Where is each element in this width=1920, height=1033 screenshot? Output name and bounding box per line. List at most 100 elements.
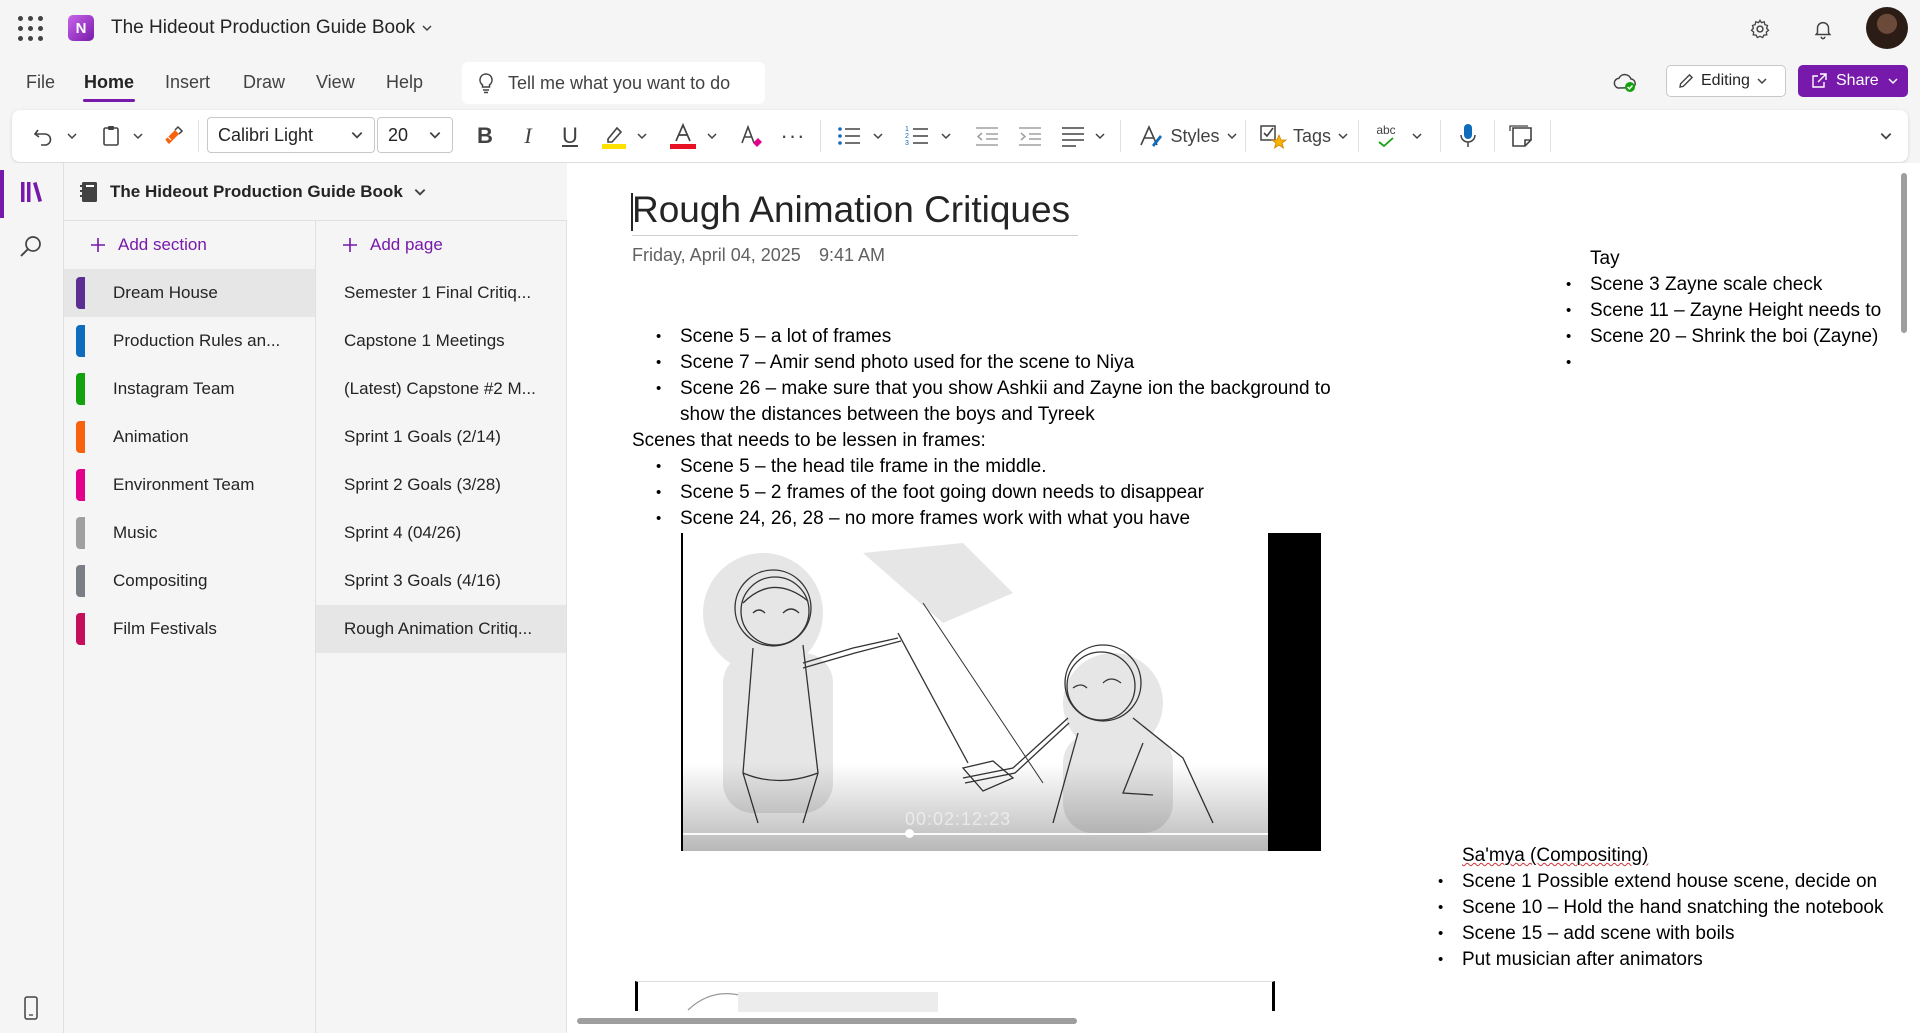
list-item[interactable]: Scene 7 – Amir send photo used for the s… [656,350,1352,376]
section-item-environment-team[interactable]: Environment Team [64,461,315,509]
tags-button[interactable]: Tags [1256,110,1352,162]
clipboard-icon[interactable] [96,110,126,162]
section-item-animation[interactable]: Animation [64,413,315,461]
decrease-indent-icon[interactable] [972,110,1002,162]
dictate-microphone-icon[interactable] [1453,110,1483,162]
chevron-down-icon[interactable] [868,110,888,162]
list-item[interactable]: Scene 5 – a lot of frames [656,324,1352,350]
chevron-down-icon[interactable] [62,110,82,162]
clear-formatting-icon[interactable] [736,110,766,162]
chevron-down-icon[interactable] [702,110,722,162]
list-item-empty[interactable] [1566,350,1920,376]
page-item[interactable]: Sprint 2 Goals (3/28) [316,461,566,509]
page-title[interactable]: Rough Animation Critiques [632,189,1079,236]
section-item-production-rules[interactable]: Production Rules an... [64,317,315,365]
chevron-down-icon[interactable] [936,110,956,162]
chevron-down-icon[interactable] [1407,110,1427,162]
video-progress-bar[interactable] [683,833,1268,835]
menu-file[interactable]: File [26,72,55,93]
embedded-video-2[interactable] [635,981,1275,1013]
page-item[interactable]: Sprint 3 Goals (4/16) [316,557,566,605]
note-container-tay[interactable]: Tay Scene 3 Zayne scale check Scene 11 –… [1566,246,1920,376]
section-item-dream-house[interactable]: Dream House [64,269,315,317]
sticky-note-icon[interactable] [1507,110,1537,162]
list-item[interactable]: Scene 26 – make sure that you show Ashki… [656,376,1352,428]
bell-icon[interactable] [1808,14,1838,44]
note-container-main[interactable]: Scene 5 – a lot of frames Scene 7 – Amir… [632,324,1352,532]
list-item[interactable]: Scene 5 – 2 frames of the foot going dow… [656,480,1352,506]
notebook-header[interactable]: The Hideout Production Guide Book [64,163,567,221]
vertical-scrollbar[interactable] [1901,173,1907,333]
menu-help[interactable]: Help [386,72,423,93]
share-button[interactable]: Share [1798,65,1908,97]
section-item-music[interactable]: Music [64,509,315,557]
chevron-down-icon[interactable] [632,110,652,162]
section-label: Music [113,523,158,542]
section-item-film-festivals[interactable]: Film Festivals [64,605,315,653]
video-scrubber-handle[interactable] [905,829,914,838]
video-timestamp: 00:02:12:23 [905,809,1012,829]
add-page-button[interactable]: Add page [316,221,566,269]
chevron-down-icon [422,25,432,32]
settings-icon[interactable] [1745,14,1775,44]
font-size-select[interactable]: 20 [377,117,453,153]
tell-me-search[interactable]: Tell me what you want to do [462,62,765,104]
list-item[interactable]: Scene 15 – add scene with boils [1438,921,1920,947]
menu-home[interactable]: Home [84,72,134,93]
bold-icon[interactable]: B [470,110,500,162]
undo-icon[interactable] [28,110,58,162]
section-item-compositing[interactable]: Compositing [64,557,315,605]
editing-mode-button[interactable]: Editing [1666,65,1786,97]
font-name-select[interactable]: Calibri Light [207,117,375,153]
page-item[interactable]: Semester 1 Final Critiq... [316,269,566,317]
list-item[interactable]: Scene 3 Zayne scale check [1566,272,1920,298]
note-canvas[interactable]: Rough Animation Critiques Friday, April … [567,163,1920,1033]
list-item[interactable]: Scene 11 – Zayne Height needs to [1566,298,1920,324]
mobile-device-icon[interactable] [20,994,44,1022]
avatar[interactable] [1866,7,1908,49]
page-item[interactable]: Sprint 4 (04/26) [316,509,566,557]
menu-insert[interactable]: Insert [165,72,210,93]
section-item-instagram-team[interactable]: Instagram Team [64,365,315,413]
menu-view[interactable]: View [316,72,355,93]
format-painter-icon[interactable] [158,110,188,162]
list-item[interactable]: Scene 1 Possible extend house scene, dec… [1438,869,1920,895]
embedded-video[interactable]: 00:02:12:23 [681,533,1321,851]
page-item-active[interactable]: Rough Animation Critiq... [316,605,566,653]
tay-heading[interactable]: Tay [1566,246,1920,272]
search-icon[interactable] [18,234,48,264]
styles-button[interactable]: Styles [1133,110,1243,162]
list-item[interactable]: Scene 24, 26, 28 – no more frames work w… [656,506,1352,532]
underline-icon[interactable]: U [555,110,585,162]
notebooks-icon[interactable] [18,178,48,208]
samya-heading[interactable]: Sa'mya (Compositing) [1438,843,1920,869]
highlighter-icon[interactable] [598,110,630,162]
page-item[interactable]: Sprint 1 Goals (2/14) [316,413,566,461]
share-icon [1812,73,1827,88]
font-color-icon[interactable] [668,110,698,162]
page-item[interactable]: (Latest) Capstone #2 M... [316,365,566,413]
lessen-heading[interactable]: Scenes that needs to be lessen in frames… [632,428,1352,454]
list-item[interactable]: Scene 20 – Shrink the boi (Zayne) [1566,324,1920,350]
bullet-list-icon[interactable] [834,110,864,162]
add-section-button[interactable]: Add section [64,221,315,269]
spelling-button[interactable]: abc [1368,110,1404,162]
page-item[interactable]: Capstone 1 Meetings [316,317,566,365]
ribbon-expand-chevron-icon[interactable] [1872,110,1900,162]
app-launcher-icon[interactable] [18,16,44,42]
list-item[interactable]: Put musician after animators [1438,947,1920,973]
list-item[interactable]: Scene 5 – the head tile frame in the mid… [656,454,1352,480]
menu-draw[interactable]: Draw [243,72,285,93]
chevron-down-icon[interactable] [128,110,148,162]
cloud-synced-icon[interactable] [1612,72,1638,99]
paragraph-align-icon[interactable] [1058,110,1088,162]
italic-icon[interactable]: I [513,110,543,162]
notebook-title-dropdown[interactable]: The Hideout Production Guide Book [111,17,433,39]
note-container-samya[interactable]: Sa'mya (Compositing) Scene 1 Possible ex… [1438,843,1920,973]
numbered-list-icon[interactable]: 123 [902,110,932,162]
list-item[interactable]: Scene 10 – Hold the hand snatching the n… [1438,895,1920,921]
increase-indent-icon[interactable] [1015,110,1045,162]
horizontal-scrollbar[interactable] [577,1018,1077,1024]
chevron-down-icon[interactable] [1090,110,1110,162]
more-options-icon[interactable]: ··· [778,110,808,162]
